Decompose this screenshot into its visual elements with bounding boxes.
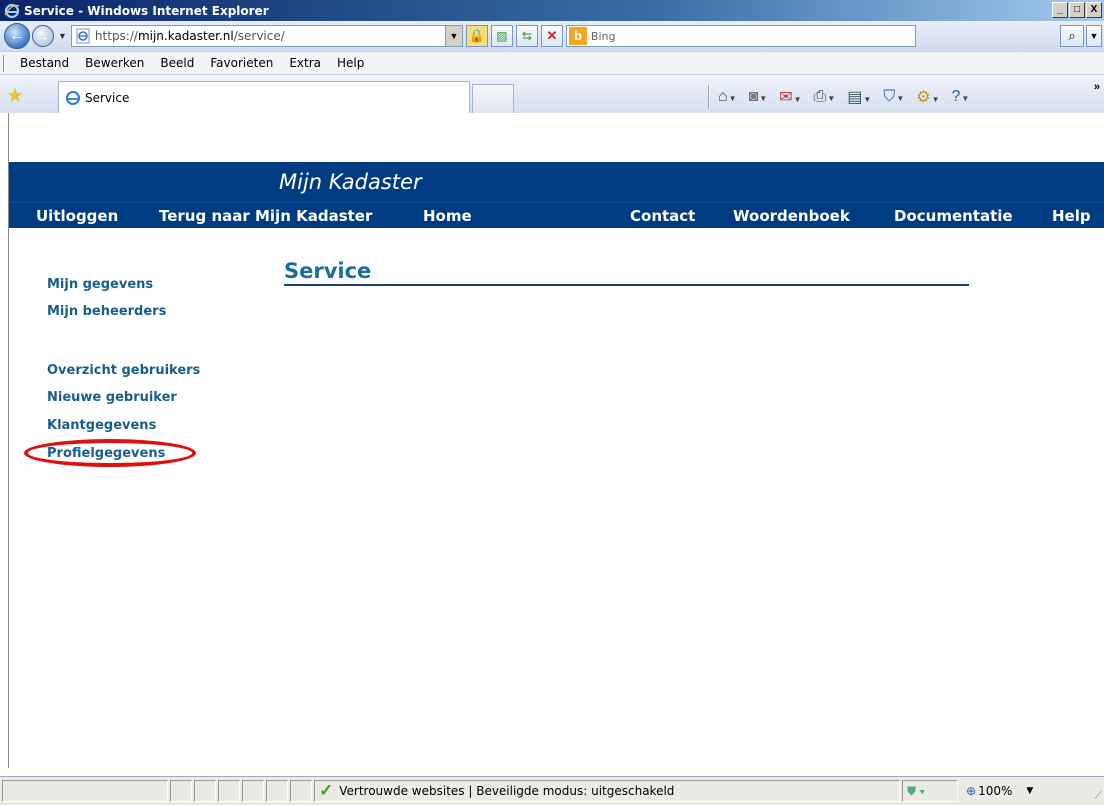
refresh-icon: ⇆ xyxy=(521,29,532,43)
zoom-control[interactable]: ⊕ 100% ▼ xyxy=(966,784,1033,798)
menu-bestand[interactable]: Bestand xyxy=(20,56,69,70)
search-placeholder: Bing xyxy=(590,29,616,43)
menu-extra[interactable]: Extra xyxy=(289,56,321,70)
more-commands-icon[interactable]: » xyxy=(1094,81,1100,93)
chevron-down-icon: ▼ xyxy=(1026,786,1034,796)
refresh-button[interactable]: ⇆ xyxy=(515,25,538,47)
tab-bar: ★ Service ⌂▼ ◙▼ ✉▼ ⎙▼ ▤▼ ⛉▼ ⚙▼ ?▼ » xyxy=(0,75,1104,113)
back-arrow-icon: ← xyxy=(9,27,25,44)
stop-icon: ✕ xyxy=(546,28,558,43)
menu-bar: Bestand Bewerken Beeld Favorieten Extra … xyxy=(0,51,1104,75)
security-zone[interactable]: ✓ Vertrouwde websites | Beveiligde modus… xyxy=(314,780,900,802)
status-cell xyxy=(170,780,192,802)
zoom-icon: ⊕ xyxy=(966,784,977,798)
search-input[interactable]: b Bing xyxy=(565,25,916,47)
address-input[interactable]: https://mijn.kadaster.nl/service/ ▼ xyxy=(70,25,463,47)
chevron-down-icon: ▼ xyxy=(449,31,459,41)
history-dropdown-icon[interactable]: ▼ xyxy=(58,31,67,41)
feeds-icon[interactable]: ◙▼ xyxy=(749,88,776,106)
home-icon[interactable]: ⌂▼ xyxy=(718,88,745,106)
resize-grip-icon[interactable]: ⟋ xyxy=(1094,790,1102,803)
lock-icon: 🔒 xyxy=(468,28,486,43)
title-divider xyxy=(284,284,969,286)
tab-label: Service xyxy=(85,90,130,105)
back-button[interactable]: ← xyxy=(4,23,30,49)
toolbar-grip[interactable] xyxy=(3,55,5,72)
stop-button[interactable]: ✕ xyxy=(540,25,563,47)
forward-button[interactable]: → xyxy=(32,25,54,47)
nav-back-link[interactable]: Terug naar Mijn Kadaster xyxy=(159,207,372,225)
search-icon: ⌕ xyxy=(1068,28,1076,43)
menu-favorieten[interactable]: Favorieten xyxy=(210,56,273,70)
address-dropdown-button[interactable]: ▼ xyxy=(444,26,462,46)
checkmark-icon: ✓ xyxy=(319,781,334,800)
sidebar-client-details-link[interactable]: Klantgegevens xyxy=(47,418,156,433)
menu-bewerken[interactable]: Bewerken xyxy=(85,56,144,70)
help-icon[interactable]: ?▼ xyxy=(952,88,978,106)
status-text-cell xyxy=(2,780,168,802)
site-banner: Mijn Kadaster xyxy=(9,162,1104,202)
nav-documentation-link[interactable]: Documentatie xyxy=(894,207,1013,225)
status-cell xyxy=(266,780,288,802)
mail-icon[interactable]: ✉▼ xyxy=(779,87,809,107)
search-options-button[interactable]: ▼ xyxy=(1086,25,1102,47)
bing-logo-icon: b xyxy=(568,27,587,45)
new-tab-button[interactable] xyxy=(472,84,514,113)
status-bar: ✓ Vertrouwde websites | Beveiligde modus… xyxy=(0,776,1104,805)
maximize-button[interactable]: □ xyxy=(1069,2,1085,18)
zone-text: Vertrouwde websites | Beveiligde modus: … xyxy=(339,784,675,798)
tools-gear-icon[interactable]: ⚙▼ xyxy=(916,87,947,107)
minimize-button[interactable]: _ xyxy=(1052,2,1068,18)
menu-help[interactable]: Help xyxy=(337,56,364,70)
page-title: Service xyxy=(284,259,372,283)
sidebar-user-overview-link[interactable]: Overzicht gebruikers xyxy=(47,363,200,378)
print-icon[interactable]: ⎙▼ xyxy=(814,88,844,106)
site-navbar: Uitloggen Terug naar Mijn Kadaster Home … xyxy=(9,202,1104,228)
search-button[interactable]: ⌕ xyxy=(1060,25,1084,47)
status-cell xyxy=(218,780,240,802)
close-button[interactable]: X xyxy=(1086,2,1102,18)
protected-mode-button[interactable]: ⛊ ▾ xyxy=(902,780,958,802)
highlight-annotation xyxy=(24,439,196,467)
site-brand: Mijn Kadaster xyxy=(279,170,422,194)
page-menu-icon[interactable]: ▤▼ xyxy=(847,87,879,107)
sidebar-my-managers-link[interactable]: Mijn beheerders xyxy=(47,304,166,319)
chevron-down-icon: ▼ xyxy=(1089,31,1099,41)
compatibility-view-button[interactable]: ▨ xyxy=(490,25,513,47)
tab-service[interactable]: Service xyxy=(58,81,470,113)
page-icon xyxy=(76,28,90,44)
nav-contact-link[interactable]: Contact xyxy=(630,207,695,225)
ie-page-icon xyxy=(66,90,80,105)
favorites-star-icon[interactable]: ★ xyxy=(6,83,24,108)
protected-mode-icon: ⛊ ▾ xyxy=(907,783,926,798)
menu-beeld[interactable]: Beeld xyxy=(160,56,194,70)
safety-icon[interactable]: ⛉▼ xyxy=(883,88,912,106)
page-viewport[interactable]: Mijn Kadaster Uitloggen Terug naar Mijn … xyxy=(8,113,1104,768)
address-toolbar: ← → ▼ https://mijn.kadaster.nl/service/ … xyxy=(0,21,1104,51)
window-title: Service - Windows Internet Explorer xyxy=(24,3,269,18)
status-cell xyxy=(194,780,216,802)
ie-logo-icon xyxy=(4,3,20,18)
sidebar-new-user-link[interactable]: Nieuwe gebruiker xyxy=(47,390,177,405)
status-cell xyxy=(242,780,264,802)
forward-arrow-icon: → xyxy=(36,28,50,44)
sidebar-my-details-link[interactable]: Mijn gegevens xyxy=(47,277,153,292)
nav-dictionary-link[interactable]: Woordenboek xyxy=(733,207,850,225)
status-cell xyxy=(290,780,312,802)
lock-button[interactable]: 🔒 xyxy=(465,25,488,47)
nav-home-link[interactable]: Home xyxy=(423,207,472,225)
nav-logout-link[interactable]: Uitloggen xyxy=(36,207,118,225)
compatibility-icon: ▨ xyxy=(496,29,508,43)
nav-help-link[interactable]: Help xyxy=(1052,207,1091,225)
zoom-level: 100% xyxy=(978,784,1013,798)
window-title-bar[interactable]: Service - Windows Internet Explorer _ □ … xyxy=(0,0,1104,21)
address-url: https://mijn.kadaster.nl/service/ xyxy=(94,29,285,43)
